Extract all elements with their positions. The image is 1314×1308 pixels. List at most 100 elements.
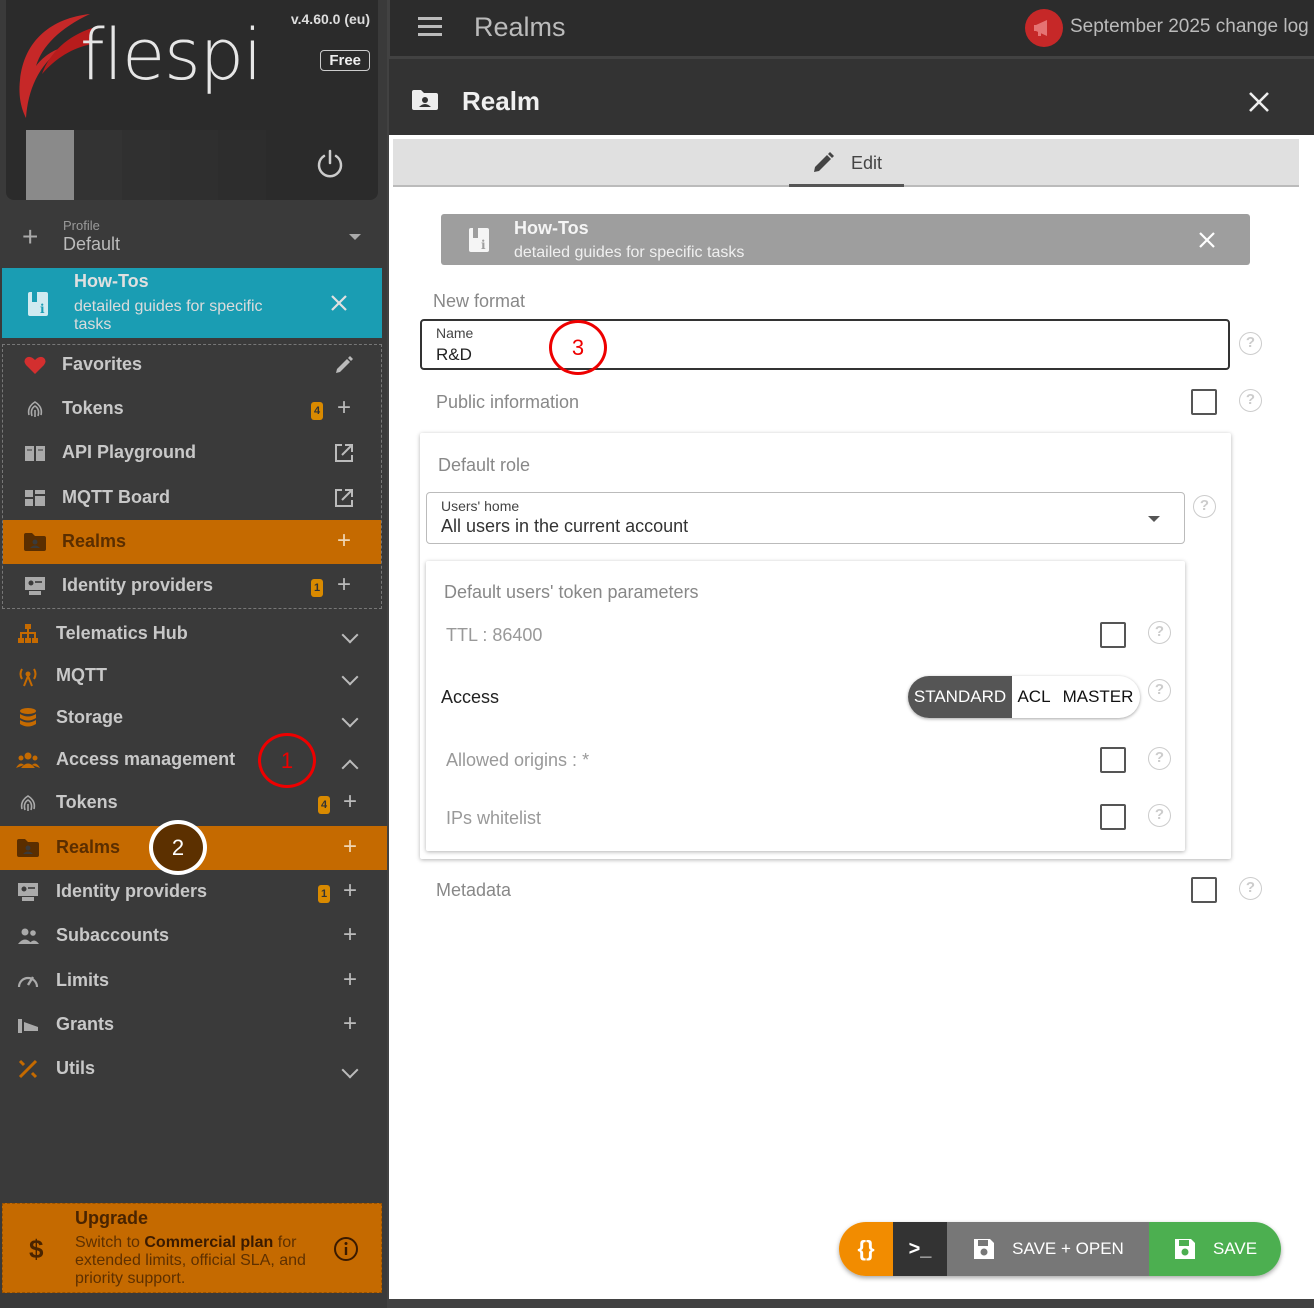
add-icon[interactable]: + <box>339 968 361 992</box>
guide-book-icon: i <box>469 228 489 252</box>
add-icon[interactable]: + <box>339 835 361 859</box>
chevron-down-icon[interactable] <box>341 1061 359 1079</box>
pencil-icon[interactable] <box>333 354 355 376</box>
access-acl-option[interactable]: ACL <box>1012 676 1056 718</box>
nav-item-subaccounts[interactable]: Subaccounts + <box>0 914 387 958</box>
upgrade-text: Switch to Commercial plan for extended l… <box>75 1234 306 1287</box>
help-icon[interactable]: ? <box>1239 877 1262 900</box>
color-tiles[interactable] <box>26 130 266 200</box>
color-tile[interactable] <box>122 130 170 200</box>
howto-subtitle: detailed guides for specific tasks <box>74 298 263 333</box>
nav-item-identity-providers[interactable]: Identity providers 1 + <box>3 564 381 608</box>
nav-item-label: Identity providers <box>56 881 208 901</box>
name-input[interactable]: Name R&D <box>420 319 1230 370</box>
nav-item-tokens[interactable]: Tokens 4 + <box>3 387 381 431</box>
antenna-icon <box>16 664 40 688</box>
info-icon[interactable] <box>333 1236 359 1262</box>
nav-item-favorites[interactable]: Favorites <box>3 343 381 387</box>
add-icon[interactable]: + <box>333 396 355 420</box>
access-master-option[interactable]: MASTER <box>1056 676 1140 718</box>
color-tile[interactable] <box>74 130 122 200</box>
help-icon[interactable]: ? <box>1148 804 1171 827</box>
public-info-checkbox[interactable] <box>1191 389 1217 415</box>
version-label: v.4.60.0 (eu) <box>290 11 370 27</box>
nav-item-mqtt[interactable]: MQTT <box>0 654 387 698</box>
top-bar: Realms September 2025 change log <box>390 0 1314 56</box>
help-icon[interactable]: ? <box>1148 747 1171 770</box>
console-button[interactable]: >_ <box>893 1222 947 1276</box>
metadata-checkbox[interactable] <box>1191 877 1217 903</box>
megaphone-icon[interactable] <box>1025 9 1063 47</box>
changelog-link[interactable]: September 2025 change log <box>1070 16 1309 38</box>
nav-item-label: Subaccounts <box>56 925 170 945</box>
users-home-select[interactable]: Users' home All users in the current acc… <box>426 492 1185 544</box>
nav-item-grants[interactable]: Grants + <box>0 1003 387 1047</box>
add-icon[interactable]: + <box>333 573 355 597</box>
ips-whitelist-checkbox[interactable] <box>1100 804 1126 830</box>
color-tile[interactable] <box>26 130 74 200</box>
profile-selector[interactable]: + Profile Default <box>0 212 387 262</box>
nav-item-label: Identity providers <box>62 575 214 595</box>
chevron-down-icon[interactable] <box>341 626 359 644</box>
chevron-down-icon[interactable] <box>341 710 359 728</box>
close-dialog-icon[interactable] <box>1248 91 1270 113</box>
logo-text: flespi <box>80 14 263 96</box>
help-icon[interactable]: ? <box>1193 495 1216 518</box>
json-button[interactable]: {} <box>839 1222 893 1276</box>
nav-item-mqtt-board[interactable]: MQTT Board <box>3 476 381 520</box>
allowed-origins-checkbox[interactable] <box>1100 747 1126 773</box>
external-link-icon[interactable] <box>333 487 355 509</box>
access-standard-option[interactable]: STANDARD <box>908 676 1012 718</box>
nav-item-label: API Playground <box>62 442 197 462</box>
add-icon[interactable]: + <box>339 1012 361 1036</box>
add-icon[interactable]: + <box>339 879 361 903</box>
name-value[interactable]: R&D <box>436 345 472 365</box>
floppy-icon <box>974 1239 995 1259</box>
access-toggle[interactable]: STANDARD ACL MASTER <box>908 676 1140 718</box>
nav-item-realms[interactable]: Realms + <box>3 520 381 564</box>
new-format-label[interactable]: New format <box>433 291 525 312</box>
add-icon[interactable]: + <box>333 529 355 553</box>
power-icon[interactable] <box>315 149 345 179</box>
folder-user-icon <box>412 90 438 110</box>
nav-item-identity-providers[interactable]: Identity providers 1 + <box>0 870 387 914</box>
ttl-checkbox[interactable] <box>1100 622 1126 648</box>
save-open-button[interactable]: SAVE + OPEN <box>947 1222 1149 1276</box>
grant-icon <box>16 1013 40 1037</box>
page-title: Realms <box>474 12 566 42</box>
help-icon[interactable]: ? <box>1148 621 1171 644</box>
tools-icon <box>16 1057 40 1081</box>
close-icon[interactable] <box>330 294 348 312</box>
upgrade-banner[interactable]: $ Upgrade Switch to Commercial plan for … <box>2 1203 382 1293</box>
help-icon[interactable]: ? <box>1239 332 1262 355</box>
nav-item-storage[interactable]: Storage <box>0 696 387 740</box>
tab-edit[interactable]: Edit <box>789 139 904 187</box>
nav-item-telematics-hub[interactable]: Telematics Hub <box>0 612 387 656</box>
nav-item-access-management[interactable]: Access management <box>0 738 387 782</box>
nav-item-utils[interactable]: Utils <box>0 1047 387 1091</box>
save-button[interactable]: SAVE <box>1149 1222 1281 1276</box>
howto-card[interactable]: i How-Tos detailed guides for specific t… <box>441 214 1250 265</box>
add-icon[interactable]: + <box>339 790 361 814</box>
howto-banner[interactable]: i How-Tos detailed guides for specific t… <box>2 268 382 338</box>
help-icon[interactable]: ? <box>1239 389 1262 412</box>
color-tile[interactable] <box>218 130 266 200</box>
public-info-label: Public information <box>436 392 580 412</box>
add-profile-icon[interactable]: + <box>22 223 38 251</box>
nav-item-limits[interactable]: Limits + <box>0 959 387 1003</box>
chevron-down-icon[interactable] <box>341 668 359 686</box>
dialog-tabs: Edit <box>393 139 1299 187</box>
chevron-up-icon[interactable] <box>341 759 359 777</box>
brand-header: flespi v.4.60.0 (eu) Free <box>6 0 378 200</box>
menu-icon[interactable] <box>418 17 442 37</box>
nav-item-tokens[interactable]: Tokens 4 + <box>0 781 387 825</box>
close-howto-icon[interactable] <box>1198 231 1216 249</box>
ttl-label: TTL : 86400 <box>446 625 543 645</box>
token-params-title: Default users' token parameters <box>444 582 699 602</box>
nav-item-api-playground[interactable]: API Playground <box>3 431 381 475</box>
add-icon[interactable]: + <box>339 923 361 947</box>
help-icon[interactable]: ? <box>1148 679 1171 702</box>
external-link-icon[interactable] <box>333 442 355 464</box>
tab-edit-label: Edit <box>851 153 883 173</box>
color-tile[interactable] <box>170 130 218 200</box>
